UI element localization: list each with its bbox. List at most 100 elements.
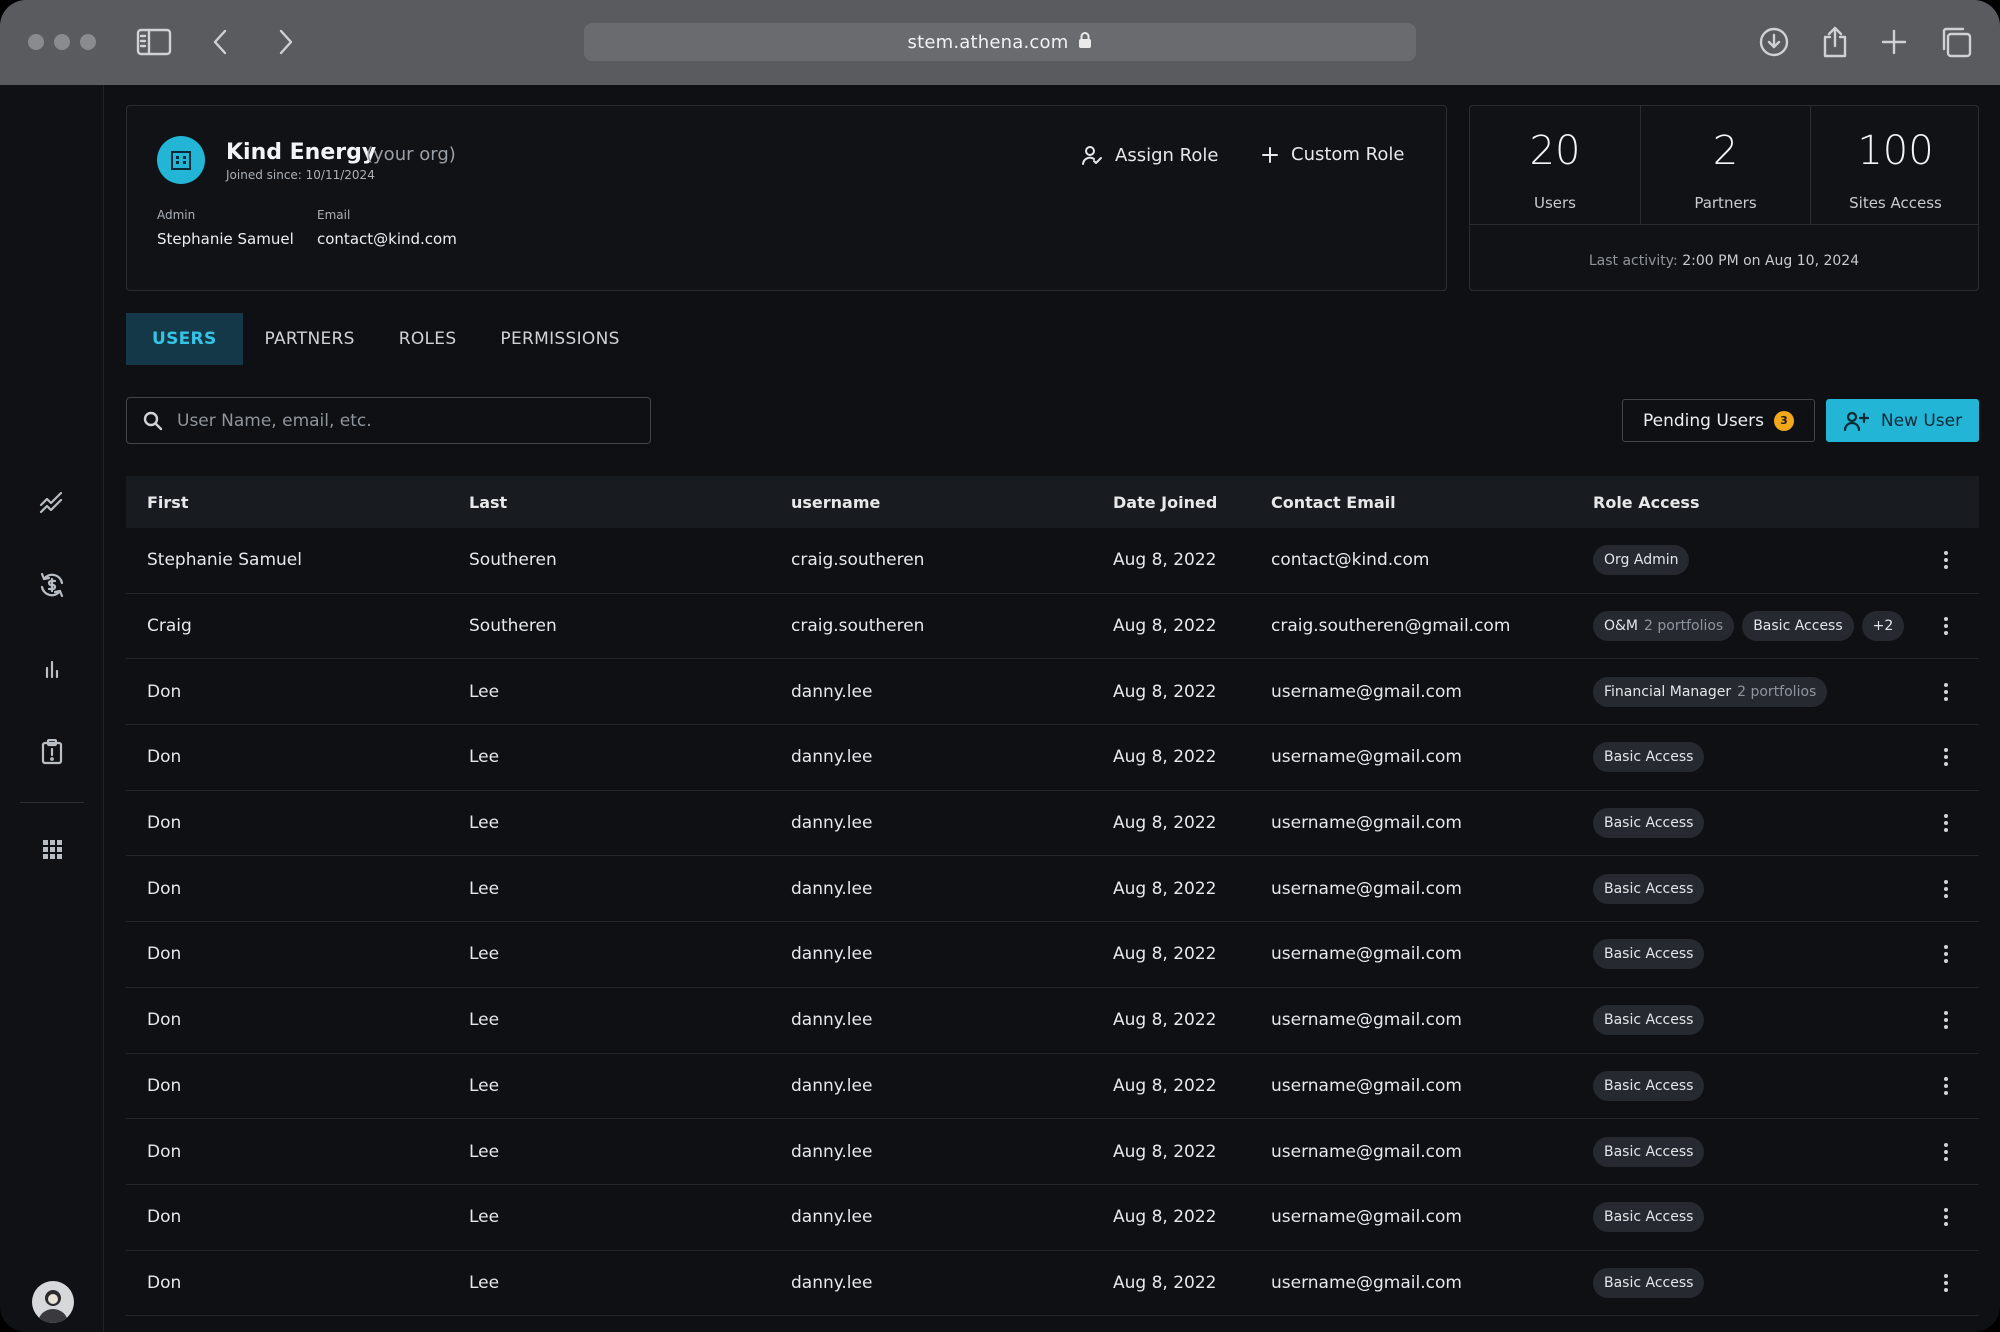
role-chip-name: Basic Access <box>1753 618 1843 635</box>
header-username[interactable]: username <box>770 493 1092 512</box>
cell-date-joined: Aug 8, 2022 <box>1113 747 1217 768</box>
role-chip-name: Basic Access <box>1604 1012 1694 1029</box>
more-options-icon[interactable] <box>1931 808 1961 838</box>
table-row[interactable]: Stephanie Samuel Southeren craig.southeren… <box>126 528 1979 594</box>
header-first[interactable]: First <box>126 493 448 512</box>
clipboard-alert-icon[interactable] <box>32 732 72 772</box>
tab-users[interactable]: USERS <box>126 313 243 365</box>
org-joined-date: Joined since: 10/11/2024 <box>226 168 375 182</box>
more-options-icon[interactable] <box>1931 1137 1961 1167</box>
address-bar[interactable]: stem.athena.com <box>584 23 1416 61</box>
role-chip[interactable]: O&M 2 portfolios <box>1593 611 1735 642</box>
more-options-icon[interactable] <box>1931 939 1961 969</box>
role-chip[interactable]: Basic Access <box>1593 873 1705 904</box>
back-icon[interactable] <box>200 22 240 62</box>
role-chip[interactable]: Basic Access <box>1593 939 1705 970</box>
cell-role-access: Org Admin <box>1572 545 1912 576</box>
table-row[interactable]: Don Lee danny.lee Aug 8, 2022 username@gmail… <box>126 856 1979 923</box>
cell-last: Southeren <box>469 550 557 571</box>
table-row[interactable]: Craig Southeren craig.southeren Aug 8, 2022… <box>126 594 1979 660</box>
role-chip[interactable]: Basic Access <box>1593 1070 1705 1101</box>
download-icon[interactable] <box>1754 22 1794 62</box>
table-row[interactable]: Don Lee danny.lee Aug 8, 2022 username@gmail… <box>126 659 1979 726</box>
new-user-button[interactable]: New User <box>1826 399 1979 442</box>
building-icon <box>157 136 205 184</box>
table-row[interactable]: Don Lee danny.lee Aug 8, 2022 username@gmail… <box>126 1251 1979 1317</box>
avatar[interactable] <box>32 1281 74 1323</box>
window-zoom-dot[interactable] <box>80 34 96 50</box>
cell-role-access: Basic Access <box>1572 742 1912 773</box>
table-body: Stephanie Samuel Southeren craig.southeren… <box>126 528 1979 1317</box>
role-chip-name: Basic Access <box>1604 749 1694 766</box>
cell-contact-email: username@gmail.com <box>1271 1075 1462 1096</box>
more-options-icon[interactable] <box>1931 1202 1961 1232</box>
lock-icon <box>1078 31 1092 53</box>
more-options-icon[interactable] <box>1931 611 1961 641</box>
apps-grid-icon[interactable] <box>32 829 72 869</box>
role-chip-name: O&M <box>1604 618 1639 635</box>
role-chip[interactable]: Basic Access <box>1593 808 1705 839</box>
more-options-icon[interactable] <box>1931 1268 1961 1298</box>
more-options-icon[interactable] <box>1931 874 1961 904</box>
more-options-icon[interactable] <box>1931 677 1961 707</box>
bar-chart-icon[interactable] <box>32 649 72 689</box>
pending-users-button[interactable]: Pending Users 3 <box>1622 399 1815 442</box>
header-contact-email[interactable]: Contact Email <box>1250 493 1572 512</box>
tab-roles[interactable]: ROLES <box>377 313 479 365</box>
cell-first: Don <box>147 1010 182 1031</box>
new-user-label: New User <box>1880 410 1963 431</box>
header-date-joined[interactable]: Date Joined <box>1092 493 1250 512</box>
window-close-dot[interactable] <box>28 34 44 50</box>
stat-users: 20 Users <box>1470 106 1640 224</box>
cell-actions <box>1912 1268 1979 1298</box>
sidebar-toggle-icon[interactable] <box>134 22 174 62</box>
cell-username: craig.southeren <box>791 616 925 637</box>
admin-label: Admin <box>157 208 196 222</box>
more-options-icon[interactable] <box>1931 1071 1961 1101</box>
new-tab-icon[interactable] <box>1874 22 1914 62</box>
currency-cycle-icon[interactable] <box>32 565 72 605</box>
role-chip[interactable]: Basic Access <box>1742 611 1854 642</box>
table-row[interactable]: Don Lee danny.lee Aug 8, 2022 username@gmail… <box>126 988 1979 1054</box>
forward-icon[interactable] <box>266 22 306 62</box>
more-options-icon[interactable] <box>1931 742 1961 772</box>
role-chip[interactable]: Basic Access <box>1593 742 1705 773</box>
role-chip[interactable]: Financial Manager 2 portfolios <box>1593 676 1828 707</box>
role-chip[interactable]: Basic Access <box>1593 1202 1705 1233</box>
role-chip-name: Basic Access <box>1604 1143 1694 1160</box>
cell-contact-email: username@gmail.com <box>1271 813 1462 834</box>
cell-date-joined: Aug 8, 2022 <box>1113 944 1217 965</box>
cell-actions <box>1912 742 1979 772</box>
table-row[interactable]: Don Lee danny.lee Aug 8, 2022 username@gmail… <box>126 725 1979 791</box>
trend-icon[interactable] <box>32 482 72 522</box>
role-chip[interactable]: +2 <box>1861 611 1905 642</box>
header-last[interactable]: Last <box>448 493 770 512</box>
cell-role-access: Basic Access <box>1572 1267 1912 1298</box>
table-row[interactable]: Don Lee danny.lee Aug 8, 2022 username@gmail… <box>126 791 1979 857</box>
table-row[interactable]: Don Lee danny.lee Aug 8, 2022 username@gmail… <box>126 1054 1979 1120</box>
role-chip[interactable]: Basic Access <box>1593 1005 1705 1036</box>
search-input[interactable] <box>177 410 617 431</box>
window-minimize-dot[interactable] <box>54 34 70 50</box>
org-tag: (your org) <box>366 144 456 165</box>
role-chip[interactable]: Basic Access <box>1593 1267 1705 1298</box>
role-chip-name: Basic Access <box>1604 1077 1694 1094</box>
cell-actions <box>1912 1005 1979 1035</box>
tabs-overview-icon[interactable] <box>1936 22 1976 62</box>
assign-role-button[interactable]: Assign Role <box>1081 144 1218 166</box>
cell-first: Don <box>147 1141 182 1162</box>
custom-role-button[interactable]: Custom Role <box>1261 144 1404 165</box>
search-icon <box>143 411 163 430</box>
tab-permissions[interactable]: PERMISSIONS <box>478 313 641 365</box>
more-options-icon[interactable] <box>1931 545 1961 575</box>
table-row[interactable]: Don Lee danny.lee Aug 8, 2022 username@gmail… <box>126 1185 1979 1251</box>
share-icon[interactable] <box>1815 22 1855 62</box>
role-chip[interactable]: Org Admin <box>1593 545 1690 576</box>
tab-partners[interactable]: PARTNERS <box>243 313 377 365</box>
cell-actions <box>1912 1071 1979 1101</box>
role-chip[interactable]: Basic Access <box>1593 1136 1705 1167</box>
table-row[interactable]: Don Lee danny.lee Aug 8, 2022 username@gmail… <box>126 1119 1979 1185</box>
header-role-access[interactable]: Role Access <box>1572 493 1912 512</box>
more-options-icon[interactable] <box>1931 1005 1961 1035</box>
table-row[interactable]: Don Lee danny.lee Aug 8, 2022 username@gmail… <box>126 922 1979 988</box>
